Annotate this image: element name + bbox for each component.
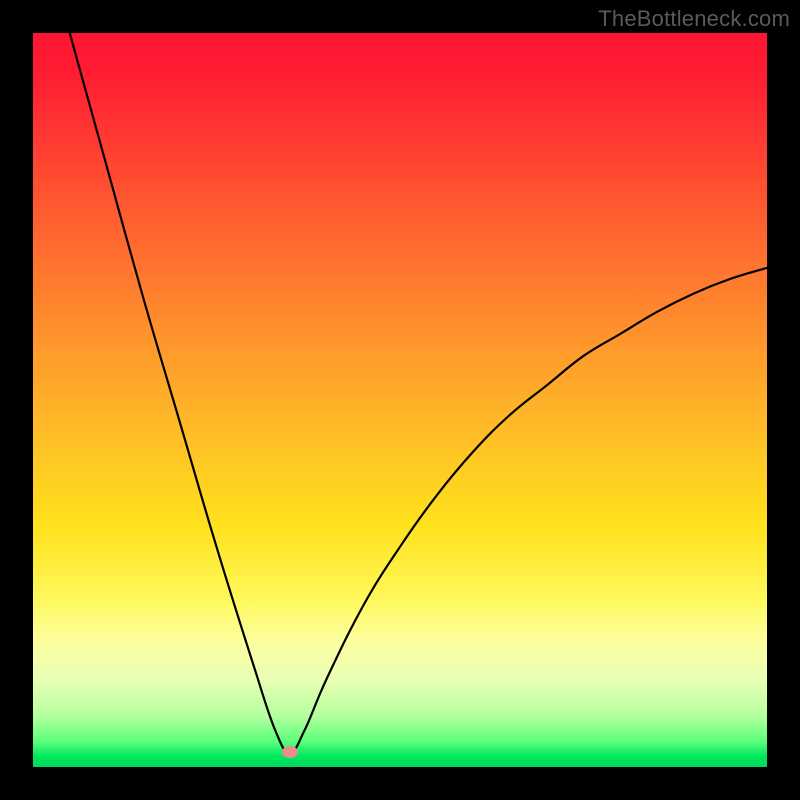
bottleneck-curve — [33, 33, 767, 767]
curve-path — [70, 33, 767, 752]
plot-area — [33, 33, 767, 767]
chart-container: TheBottleneck.com — [0, 0, 800, 800]
watermark-text: TheBottleneck.com — [598, 6, 790, 32]
optimum-marker — [282, 746, 298, 758]
